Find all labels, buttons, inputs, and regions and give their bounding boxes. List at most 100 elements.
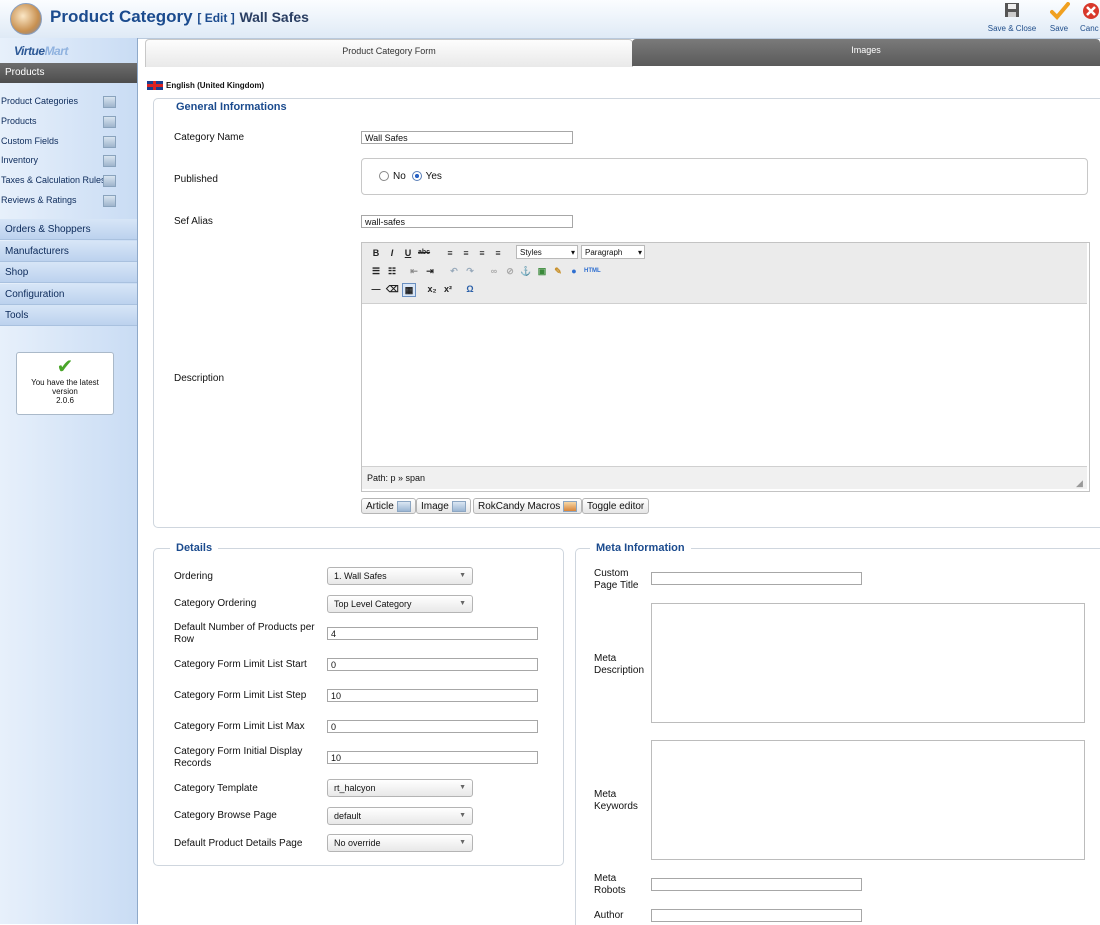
green-check-icon: ✔ xyxy=(56,356,74,378)
published-options: No Yes xyxy=(379,171,442,182)
bold-icon[interactable]: B xyxy=(370,247,382,259)
meta-keywords-textarea[interactable] xyxy=(651,740,1085,860)
redo-icon[interactable]: ↷ xyxy=(464,265,476,277)
meta-information-legend: Meta Information xyxy=(590,542,691,554)
published-no-label: No xyxy=(393,171,406,182)
paragraph-dropdown[interactable]: Paragraph ▾ xyxy=(581,245,645,259)
chevron-down-icon: ▼ xyxy=(459,600,466,607)
limit-step-input[interactable]: 10 xyxy=(327,689,538,702)
category-ordering-select[interactable]: Top Level Category ▼ xyxy=(327,595,473,613)
editor-path-bar: Path: p » span xyxy=(362,466,1087,489)
sidebar-section-products[interactable]: Products xyxy=(0,63,137,83)
sidebar-item-inventory[interactable]: Inventory xyxy=(0,150,137,170)
checkmark-icon xyxy=(1050,2,1070,22)
editor-image-button[interactable]: Image xyxy=(416,498,471,514)
limit-start-label: Category Form Limit List Start xyxy=(174,659,307,670)
toggle-editor-button[interactable]: Toggle editor xyxy=(582,498,650,514)
description-label: Description xyxy=(174,373,225,384)
published-yes-label: Yes xyxy=(425,171,442,182)
published-yes-radio[interactable] xyxy=(411,171,422,182)
sidebar-item-taxes[interactable]: Taxes & Calculation Rules xyxy=(0,170,137,190)
sidebar-menu-shop[interactable]: Shop xyxy=(0,262,137,283)
italic-icon[interactable]: I xyxy=(386,247,398,259)
uk-flag-icon xyxy=(147,81,163,91)
inventory-icon xyxy=(103,155,116,167)
category-ordering-label: Category Ordering xyxy=(174,598,257,609)
sidebar-menu-tools[interactable]: Tools xyxy=(0,305,137,326)
sef-alias-label: Sef Alias xyxy=(174,216,213,227)
superscript-icon[interactable]: x² xyxy=(442,283,454,295)
published-no-radio[interactable] xyxy=(379,171,389,182)
html-source-icon[interactable]: HTML xyxy=(584,265,601,277)
anchor-icon[interactable]: ⚓ xyxy=(520,265,532,277)
bullet-list-icon[interactable]: ☰ xyxy=(370,265,382,277)
product-details-select[interactable]: No override ▼ xyxy=(327,834,473,852)
resize-handle-icon[interactable]: ◢ xyxy=(1076,478,1083,489)
page-title: Product Category [ Edit ] Wall Safes xyxy=(50,7,309,27)
products-per-row-input[interactable]: 4 xyxy=(327,627,538,640)
sidebar-item-label: Taxes & Calculation Rules xyxy=(1,175,106,185)
visual-aid-icon[interactable]: ▦ xyxy=(402,283,416,297)
meta-robots-input[interactable] xyxy=(651,878,862,891)
align-center-icon[interactable]: ≡ xyxy=(460,247,472,259)
browse-page-select[interactable]: default ▼ xyxy=(327,807,473,825)
horizontal-rule-icon[interactable]: — xyxy=(370,283,382,295)
custom-page-title-input[interactable] xyxy=(651,572,862,585)
chevron-down-icon: ▾ xyxy=(570,248,575,257)
sidebar-menu-orders[interactable]: Orders & Shoppers xyxy=(0,219,137,240)
meta-robots-label-line2: Robots xyxy=(594,885,626,896)
sidebar-item-products[interactable]: Products xyxy=(0,111,137,131)
custom-page-title-label-line1: Custom xyxy=(594,568,629,579)
sidebar-menu-manufacturers[interactable]: Manufacturers xyxy=(0,241,137,262)
category-name-input[interactable]: Wall Safes xyxy=(361,131,573,144)
save-close-button[interactable]: Save & Close xyxy=(986,2,1038,33)
category-template-select[interactable]: rt_halcyon ▼ xyxy=(327,779,473,797)
tab-product-category-form[interactable]: Product Category Form xyxy=(145,39,633,67)
chevron-down-icon: ▼ xyxy=(459,812,466,819)
limit-max-label: Category Form Limit List Max xyxy=(174,721,305,732)
article-icon xyxy=(396,500,411,512)
outdent-icon[interactable]: ⇤ xyxy=(408,265,420,277)
version-line-1: You have the latest xyxy=(31,378,99,387)
browse-page-value: default xyxy=(334,811,362,821)
align-justify-icon[interactable]: ≡ xyxy=(492,247,504,259)
browse-page-label: Category Browse Page xyxy=(174,810,277,821)
link-icon[interactable]: ∞ xyxy=(488,265,500,277)
align-left-icon[interactable]: ≡ xyxy=(444,247,456,259)
styles-dropdown[interactable]: Styles ▾ xyxy=(516,245,578,259)
author-input[interactable] xyxy=(651,909,862,922)
undo-icon[interactable]: ↶ xyxy=(448,265,460,277)
ordering-select[interactable]: 1. Wall Safes ▼ xyxy=(327,567,473,585)
cleanup-icon[interactable]: ✎ xyxy=(552,265,564,277)
numbered-list-icon[interactable]: ☷ xyxy=(386,265,398,277)
subscript-icon[interactable]: x₂ xyxy=(426,283,438,295)
sef-alias-input[interactable]: wall-safes xyxy=(361,215,573,228)
save-close-label: Save & Close xyxy=(987,24,1037,33)
limit-max-input[interactable]: 0 xyxy=(327,720,538,733)
sidebar-menu-configuration[interactable]: Configuration xyxy=(0,284,137,305)
indent-icon[interactable]: ⇥ xyxy=(424,265,436,277)
sidebar-item-label: Product Categories xyxy=(1,96,79,106)
initial-display-input[interactable]: 10 xyxy=(327,751,538,764)
sidebar-item-label: Reviews & Ratings xyxy=(1,195,77,205)
author-label: Author xyxy=(594,910,624,921)
special-character-icon[interactable]: Ω xyxy=(464,283,476,295)
unlink-icon[interactable]: ⊘ xyxy=(504,265,516,277)
tab-images[interactable]: Images xyxy=(632,39,1100,66)
meta-keywords-label: Meta Keywords xyxy=(594,789,638,813)
help-icon[interactable]: ● xyxy=(568,265,580,277)
save-button[interactable]: Save xyxy=(1046,2,1072,33)
cancel-button[interactable]: Canc xyxy=(1080,2,1100,33)
remove-format-icon[interactable]: ⌫ xyxy=(386,283,399,295)
sidebar-item-custom-fields[interactable]: Custom Fields xyxy=(0,131,137,151)
editor-rokcandy-button[interactable]: RokCandy Macros xyxy=(473,498,583,514)
align-right-icon[interactable]: ≡ xyxy=(476,247,488,259)
insert-image-icon[interactable]: ▣ xyxy=(536,265,548,277)
meta-description-textarea[interactable] xyxy=(651,603,1085,723)
editor-article-button[interactable]: Article xyxy=(361,498,416,514)
underline-icon[interactable]: U xyxy=(402,247,414,259)
sidebar-item-product-categories[interactable]: Product Categories xyxy=(0,91,137,111)
limit-start-input[interactable]: 0 xyxy=(327,658,538,671)
sidebar-item-reviews[interactable]: Reviews & Ratings xyxy=(0,190,137,210)
strikethrough-icon[interactable]: abc xyxy=(418,247,430,259)
